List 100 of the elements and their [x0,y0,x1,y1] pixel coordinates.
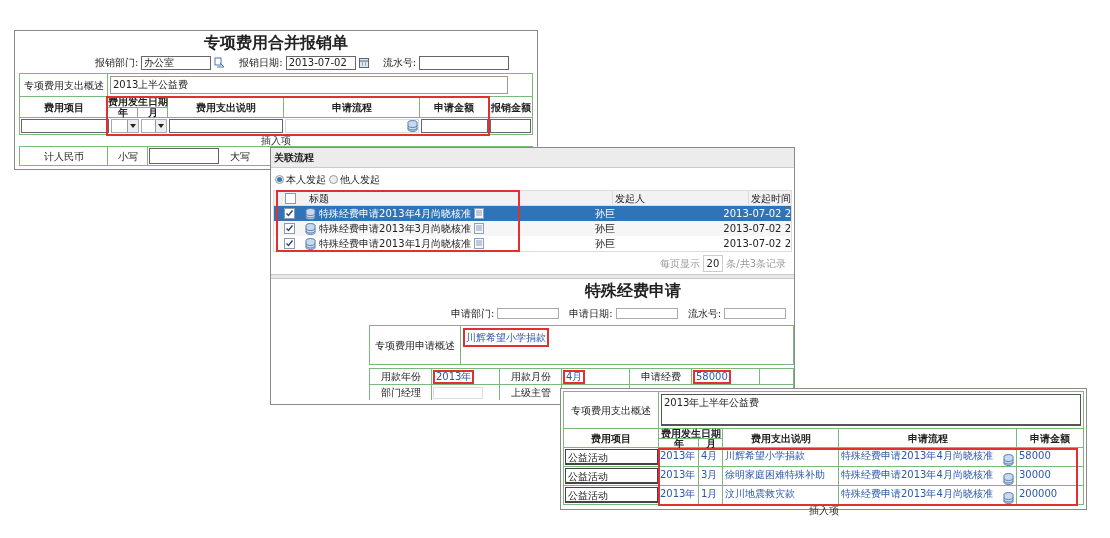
input-field[interactable] [21,119,109,133]
checkbox[interactable] [284,208,296,219]
table-cell: 川辉希望小学捐款 [723,448,839,466]
radio-label: 本人发起 [286,172,326,187]
table-cell: 3月 [699,467,723,485]
field-value: 4月 [563,369,586,384]
database-icon[interactable] [305,237,317,250]
field-value: 2013年 [433,369,475,384]
input-field[interactable] [421,119,488,133]
table-cell: 小写 [108,147,148,165]
process-title: 特殊经费申请2013年1月尚晓核准 [319,237,471,251]
table-cell: 汶川地震救灾款 [723,486,839,504]
input-field[interactable] [419,55,510,70]
column-header: 年 [659,438,699,448]
table-row[interactable]: 特殊经费申请2013年4月尚晓核准 孙巨 2013-07-02 2 [274,206,791,221]
database-icon[interactable] [1003,492,1014,504]
text-area[interactable]: 2013上半公益费 [110,76,508,94]
dropdown-button[interactable] [155,120,166,132]
radio-button[interactable] [329,174,338,184]
input-field[interactable] [149,148,219,164]
page-size-field[interactable]: 20 [702,254,724,272]
lookup-icon[interactable] [214,57,226,68]
input-field[interactable] [724,308,786,319]
field-label: 申请部门: [450,307,495,321]
table-cell: 2013年 [659,467,699,485]
table-cell-text: 58000 [1018,449,1052,463]
column-header: 费用支出说明 [723,429,839,447]
radio-button[interactable] [275,174,284,184]
table-cell-text: 30000 [1018,468,1052,482]
form-title: 专项费用合并报销单 [204,33,348,53]
checkbox[interactable] [284,192,296,204]
database-icon[interactable] [305,222,317,235]
summary-value: 川辉希望小学捐款 [463,328,549,347]
field-label: 流水号: [687,307,721,321]
table-cell-text: 大写 [229,149,251,164]
dropdown-button[interactable] [127,120,138,132]
table-cell-text: 孙巨 [594,237,617,251]
input-field[interactable]: 办公室 [141,55,212,70]
table-cell: 用款月份 [500,369,562,384]
table-cell-text: 特殊经费申请2013年4月尚晓核准 [841,487,993,501]
form-title: 特殊经费申请 [584,281,681,301]
table-cell-text: 特殊经费申请2013年4月尚晓核准 [841,449,993,463]
table-cell: 用款年份 [370,369,432,384]
column-header: 申请流程 [839,429,1017,447]
calendar-icon[interactable] [358,57,369,68]
caret-icon [158,124,164,128]
input-field[interactable]: 公益活动 [565,487,658,503]
table-cell-text: 2013-07-02 2 [722,237,791,251]
input-field[interactable] [490,119,531,133]
table-cell-text: 孙巨 [594,207,617,221]
table-cell: 2013年 [659,486,699,504]
year-select[interactable] [111,119,139,133]
column-header: 发起人 [612,190,748,206]
column-header: 费用支出说明 [168,97,284,117]
database-icon[interactable] [1003,454,1014,466]
database-icon[interactable] [407,120,418,132]
database-icon[interactable] [1003,473,1014,485]
table-row[interactable]: 特殊经费申请2013年3月尚晓核准 孙巨 2013-07-02 2 [274,221,791,236]
column-header: 费用项目 [564,429,659,447]
table-cell: 2013年 [659,448,699,466]
field-label: 流水号: [382,56,417,70]
input-field[interactable] [497,308,560,319]
column-header: 年 [108,107,138,117]
checkbox[interactable] [284,223,296,234]
input-field[interactable]: 公益活动 [565,449,658,465]
table-cell: 计人民币 [20,147,108,165]
table-cell: 部门经理 [370,385,432,400]
checkbox[interactable] [284,238,296,249]
table-cell: 专项费用申请概述 [370,326,461,364]
column-header: 月 [699,438,722,448]
radio-label: 他人发起 [340,172,380,187]
month-select[interactable] [141,119,167,133]
insert-row-link[interactable]: 插入项 [261,135,291,146]
database-icon[interactable] [305,207,317,220]
document-icon [473,223,484,234]
input-field[interactable] [615,308,678,319]
pager-label: 条/共3条记录 [726,256,786,271]
column-header: 费用项目 [20,97,108,117]
text-area[interactable]: 2013年上半年公益费 [661,394,1081,426]
table-cell: 1月 [699,486,723,504]
column-header: 月 [138,107,167,117]
field-label: 报销日期: [239,56,283,70]
table-cell-text: 特殊经费申请2013年4月尚晓核准 [841,468,993,482]
document-icon [473,238,484,249]
input-field[interactable]: 2013-07-02 [285,55,356,70]
column-header: 费用发生日期 [659,429,722,438]
table-cell: 4月 [699,448,723,466]
column-header: 申请金额 [1029,431,1071,446]
process-title: 特殊经费申请2013年3月尚晓核准 [319,222,471,236]
table-cell: 专项费用支出概述 [20,74,108,96]
column-header: 标题 [307,191,330,206]
dialog-title: 关联流程 [274,151,314,165]
field-label: 申请日期: [569,307,613,321]
table-cell: 申请经费 [630,369,692,384]
document-icon [473,208,484,219]
pager-label: 每页显示 [659,256,700,271]
process-title: 特殊经费申请2013年4月尚晓核准 [319,207,471,221]
table-cell: 专项费用支出概述 [564,392,659,428]
input-field[interactable] [169,119,283,133]
input-field[interactable]: 公益活动 [565,468,658,484]
